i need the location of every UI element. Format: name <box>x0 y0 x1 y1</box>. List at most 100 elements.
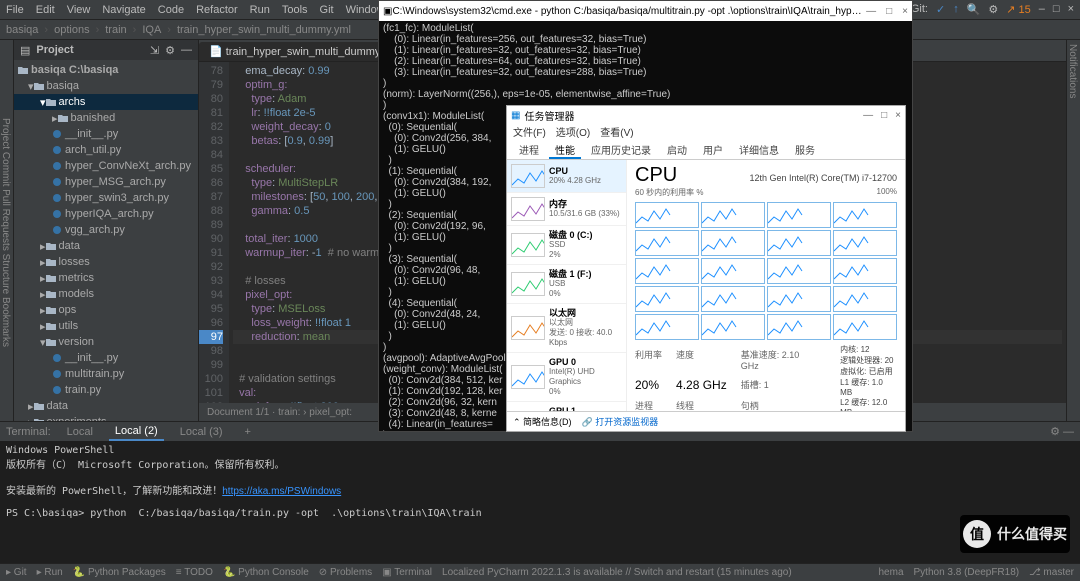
menu-navigate[interactable]: Navigate <box>102 4 145 16</box>
tree-item[interactable]: arch_util.py <box>14 142 198 158</box>
cmd-minimize-icon[interactable]: — <box>866 6 876 17</box>
taskmgr-menu-item[interactable]: 查看(V) <box>600 124 633 140</box>
terminal-settings-icon[interactable]: ⚙ — <box>1050 425 1074 438</box>
breadcrumb-item[interactable]: train_hyper_swin_multi_dummy.yml <box>177 24 351 36</box>
statusbar-item[interactable]: 🐍 Python Console <box>223 567 309 578</box>
breadcrumb-item[interactable]: basiqa <box>6 24 38 36</box>
statusbar-item[interactable]: ▸ Run <box>37 567 63 578</box>
tree-item[interactable]: __init__.py <box>14 126 198 142</box>
statusbar-item[interactable]: ▣ Terminal <box>382 567 432 578</box>
close-icon[interactable]: × <box>1068 3 1074 16</box>
commit-tool-button[interactable]: Commit <box>0 152 11 186</box>
collapse-icon[interactable]: ⇲ <box>150 44 159 57</box>
statusbar-item[interactable]: hema <box>878 567 903 578</box>
taskmgr-menu-item[interactable]: 选项(O) <box>556 124 590 140</box>
tree-item[interactable]: ▸ banished <box>14 110 198 126</box>
cmd-close-icon[interactable]: × <box>902 6 908 17</box>
minimize-icon[interactable]: – <box>1039 3 1045 16</box>
git-check-icon[interactable]: ✓ <box>936 3 945 16</box>
tree-item[interactable]: hyper_swin3_arch.py <box>14 190 198 206</box>
taskmgr-tab[interactable]: 详细信息 <box>733 140 785 159</box>
notifications-tool-button[interactable]: Notifications <box>1067 44 1078 98</box>
taskmgr-menu[interactable]: 文件(F)选项(O)查看(V) <box>507 124 905 140</box>
terminal-tab[interactable]: Local (2) <box>109 423 164 441</box>
tree-item[interactable]: ▸ models <box>14 286 198 302</box>
bookmarks-tool-button[interactable]: Bookmarks <box>0 297 11 347</box>
statusbar-item[interactable]: ⊘ Problems <box>319 567 372 578</box>
maximize-icon[interactable]: □ <box>1053 3 1060 16</box>
tree-item[interactable]: ▸ experiments <box>14 414 198 421</box>
terminal-output[interactable]: Windows PowerShell 版权所有（C） Microsoft Cor… <box>0 441 1080 563</box>
terminal-tab[interactable]: Local <box>61 424 99 440</box>
tree-item[interactable]: ▸ losses <box>14 254 198 270</box>
taskmgr-close-icon[interactable]: × <box>895 110 901 121</box>
breadcrumb-item[interactable]: options <box>54 24 89 36</box>
taskmgr-tabs[interactable]: 进程性能应用历史记录启动用户详细信息服务 <box>507 140 905 160</box>
menu-tools[interactable]: Tools <box>282 4 308 16</box>
menu-refactor[interactable]: Refactor <box>196 4 238 16</box>
taskmgr-minimize-icon[interactable]: — <box>863 110 873 121</box>
tree-item[interactable]: ▾ basiqa <box>14 78 198 94</box>
taskmgr-maximize-icon[interactable]: □ <box>881 110 887 121</box>
statusbar-item[interactable]: 🐍 Python Packages <box>73 567 166 578</box>
tree-item[interactable]: ▸ data <box>14 238 198 254</box>
tree-item[interactable]: ▸ utils <box>14 318 198 334</box>
project-tree[interactable]: basiqa C:\basiqa▾ basiqa▾ archs▸ banishe… <box>14 60 198 421</box>
terminal-tab[interactable]: + <box>239 424 257 440</box>
taskmgr-tab[interactable]: 用户 <box>697 140 729 159</box>
menu-code[interactable]: Code <box>158 4 184 16</box>
taskmgr-titlebar[interactable]: ▦ 任务管理器 — □ × <box>507 106 905 124</box>
git-up-icon[interactable]: ↑ <box>953 3 959 16</box>
taskmgr-sidebar-item[interactable]: 磁盘 0 (C:)SSD2% <box>507 226 626 265</box>
tree-item[interactable]: train.py <box>14 382 198 398</box>
taskmgr-sidebar-item[interactable]: CPU20% 4.28 GHz <box>507 160 626 193</box>
taskmgr-sidebar[interactable]: CPU20% 4.28 GHz内存10.5/31.6 GB (33%)磁盘 0 … <box>507 160 627 411</box>
taskmgr-open-resmon[interactable]: 🔗 打开资源监视器 <box>582 415 659 428</box>
taskmgr-sidebar-item[interactable]: 内存10.5/31.6 GB (33%) <box>507 193 626 226</box>
taskmgr-tab[interactable]: 启动 <box>661 140 693 159</box>
tree-item[interactable]: ▾ version <box>14 334 198 350</box>
tree-item[interactable]: ▸ ops <box>14 302 198 318</box>
notif-badge[interactable]: ↗ 15 <box>1006 3 1031 16</box>
taskmgr-sidebar-item[interactable]: 以太网以太网发送: 0 接收: 40.0 Kbps <box>507 304 626 353</box>
menu-run[interactable]: Run <box>250 4 270 16</box>
menu-view[interactable]: View <box>67 4 91 16</box>
tree-root[interactable]: basiqa C:\basiqa <box>14 62 198 78</box>
taskmgr-fewer-details[interactable]: ⌃ 简略信息(D) <box>513 415 572 428</box>
terminal-tab[interactable]: Local (3) <box>174 424 229 440</box>
settings-icon[interactable]: ⚙ <box>988 3 998 16</box>
tree-item[interactable]: hyperIQA_arch.py <box>14 206 198 222</box>
cmd-titlebar[interactable]: ▣ C:\Windows\system32\cmd.exe - python C… <box>379 1 912 21</box>
taskmgr-tab[interactable]: 进程 <box>513 140 545 159</box>
cmd-maximize-icon[interactable]: □ <box>886 6 892 17</box>
tree-item[interactable]: hyper_MSG_arch.py <box>14 174 198 190</box>
tree-item[interactable]: hyper_ConvNeXt_arch.py <box>14 158 198 174</box>
taskmgr-sidebar-item[interactable]: GPU 0Intel(R) UHD Graphics0% <box>507 353 626 402</box>
taskmgr-sidebar-item[interactable]: GPU 1NVIDIA GeForce RTX ...83% (61 °C) <box>507 402 626 411</box>
structure-tool-button[interactable]: Structure <box>0 254 11 295</box>
hide-icon[interactable]: — <box>181 44 192 57</box>
tree-item[interactable]: vgg_arch.py <box>14 222 198 238</box>
statusbar-item[interactable]: ▸ Git <box>6 567 27 578</box>
settings-icon[interactable]: ⚙ <box>165 44 175 57</box>
pull-requests-tool-button[interactable]: Pull Requests <box>0 189 11 251</box>
task-manager-window[interactable]: ▦ 任务管理器 — □ × 文件(F)选项(O)查看(V) 进程性能应用历史记录… <box>506 105 906 432</box>
menu-file[interactable]: File <box>6 4 24 16</box>
taskmgr-tab[interactable]: 服务 <box>789 140 821 159</box>
search-icon[interactable]: 🔍 <box>967 3 981 16</box>
breadcrumb-item[interactable]: train <box>105 24 126 36</box>
taskmgr-tab[interactable]: 应用历史记录 <box>585 140 657 159</box>
tree-item[interactable]: __init__.py <box>14 350 198 366</box>
taskmgr-sidebar-item[interactable]: 磁盘 1 (F:)USB0% <box>507 265 626 304</box>
breadcrumb-item[interactable]: IQA <box>142 24 161 36</box>
tree-item[interactable]: ▾ archs <box>14 94 198 110</box>
menu-edit[interactable]: Edit <box>36 4 55 16</box>
taskmgr-tab[interactable]: 性能 <box>549 140 581 159</box>
statusbar-item[interactable]: ⎇ master <box>1029 567 1074 578</box>
project-tool-button[interactable]: Project <box>0 118 11 149</box>
statusbar-item[interactable]: Python 3.8 (DeepFR18) <box>914 567 1020 578</box>
tree-item[interactable]: ▸ data <box>14 398 198 414</box>
tree-item[interactable]: multitrain.py <box>14 366 198 382</box>
menu-git[interactable]: Git <box>320 4 334 16</box>
statusbar-item[interactable]: ≡ TODO <box>176 567 213 578</box>
